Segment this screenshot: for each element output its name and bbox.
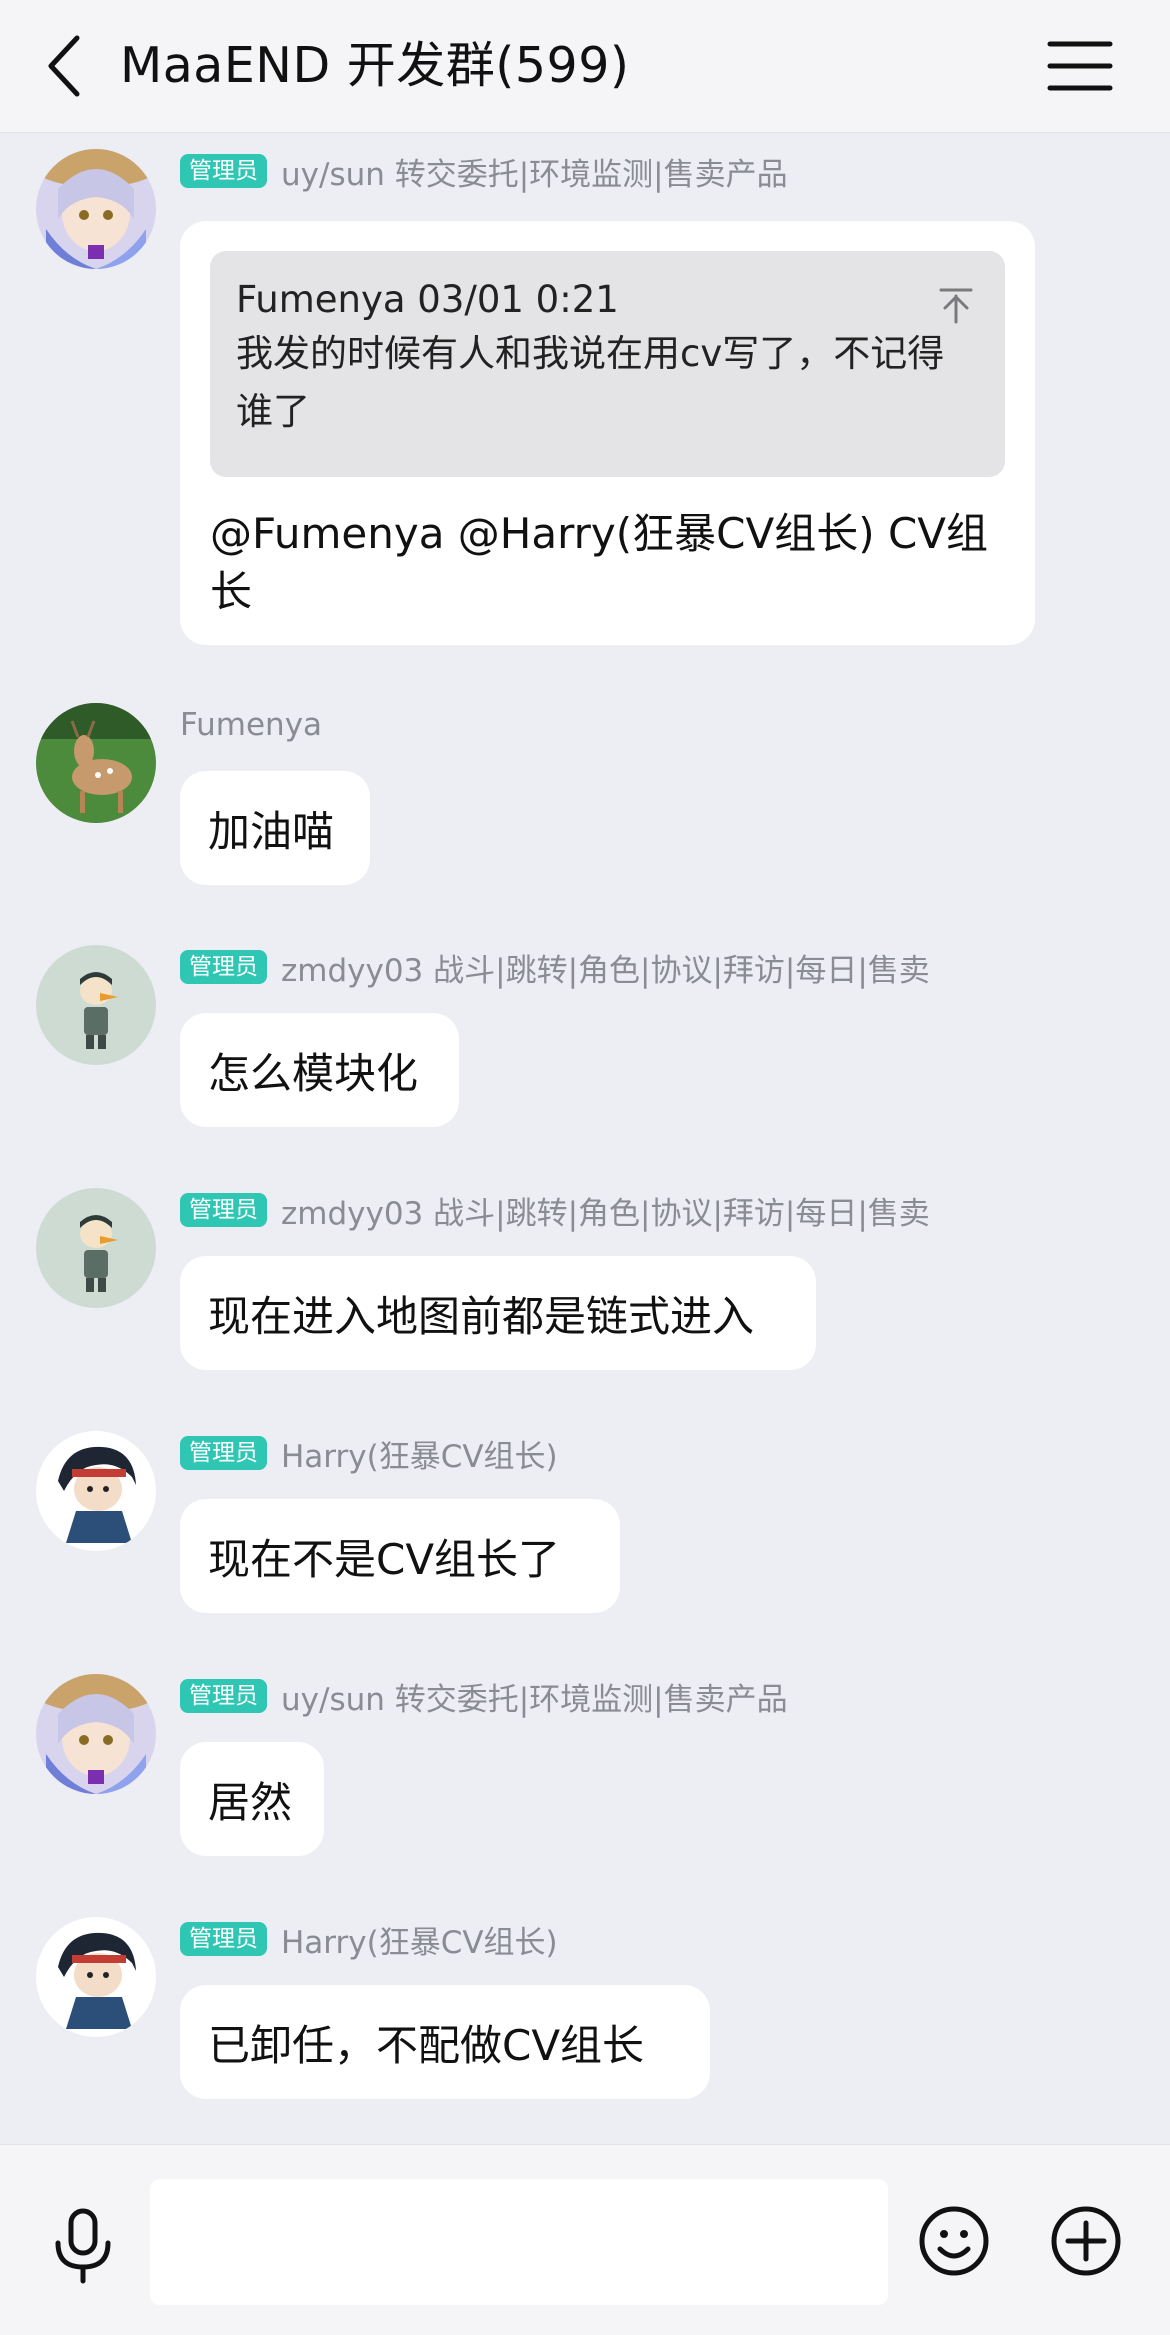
avatar[interactable] [36, 149, 156, 269]
sender-name[interactable]: uy/sun 转交委托|环境监测|售卖产品 [281, 1674, 788, 1719]
message-bubble[interactable]: 已卸任，不配做CV组长 [180, 1985, 710, 2099]
input-bar [0, 2144, 1170, 2335]
sender-name[interactable]: Harry(狂暴CV组长) [281, 1431, 558, 1476]
more-button[interactable] [1050, 2205, 1122, 2277]
message-meta: Fumenya [180, 703, 322, 747]
message-list[interactable]: 管理员 uy/sun 转交委托|环境监测|售卖产品 Fumenya 03/01 … [0, 133, 1170, 2143]
message-text: 居然 [208, 1777, 293, 1827]
message-bubble[interactable]: 加油喵 [180, 771, 370, 885]
chat-header: MaaEND 开发群(599) [0, 0, 1170, 133]
admin-badge: 管理员 [180, 1193, 267, 1227]
message-meta: 管理员 zmdyy03 战斗|跳转|角色|协议|拜访|每日|售卖 [180, 1188, 930, 1232]
back-button[interactable] [30, 30, 100, 102]
emoji-button[interactable] [918, 2205, 990, 2277]
admin-badge: 管理员 [180, 950, 267, 984]
smiley-icon [919, 2206, 989, 2276]
quote-author-time: Fumenya 03/01 0:21 [236, 278, 619, 321]
message-text: @Fumenya @Harry(狂暴CV组长) CV组长 [210, 509, 989, 616]
message-bubble[interactable]: 现在进入地图前都是链式进入 [180, 1256, 816, 1370]
message-bubble[interactable]: 居然 [180, 1742, 324, 1856]
avatar[interactable] [36, 1188, 156, 1308]
plus-circle-icon [1051, 2206, 1121, 2276]
message-text: 怎么模块化 [208, 1048, 419, 1098]
message-meta: 管理员 uy/sun 转交委托|环境监测|售卖产品 [180, 1674, 788, 1718]
menu-button[interactable] [1046, 38, 1114, 94]
page-title: MaaEND 开发群(599) [120, 37, 630, 94]
quoted-message[interactable]: Fumenya 03/01 0:21 我发的时候有人和我说在用cv写了，不记得谁… [210, 251, 1005, 477]
message-meta: 管理员 uy/sun 转交委托|环境监测|售卖产品 [180, 149, 788, 193]
sender-name[interactable]: zmdyy03 战斗|跳转|角色|协议|拜访|每日|售卖 [281, 945, 930, 990]
avatar[interactable] [36, 703, 156, 823]
avatar[interactable] [36, 1431, 156, 1551]
avatar[interactable] [36, 945, 156, 1065]
sender-name[interactable]: Harry(狂暴CV组长) [281, 1917, 558, 1962]
message-bubble[interactable]: 现在不是CV组长了 [180, 1499, 620, 1613]
admin-badge: 管理员 [180, 1679, 267, 1713]
admin-badge: 管理员 [180, 1922, 267, 1956]
microphone-icon [55, 2208, 111, 2284]
message-text: 加油喵 [208, 806, 335, 856]
admin-badge: 管理员 [180, 1436, 267, 1470]
sender-name[interactable]: uy/sun 转交委托|环境监测|售卖产品 [281, 149, 788, 194]
message-meta: 管理员 Harry(狂暴CV组长) [180, 1431, 558, 1475]
quote-text: 我发的时候有人和我说在用cv写了，不记得谁了 [236, 332, 945, 433]
avatar[interactable] [36, 1674, 156, 1794]
message-meta: 管理员 Harry(狂暴CV组长) [180, 1917, 558, 1961]
jump-to-top-icon[interactable] [937, 285, 975, 324]
message-bubble[interactable]: Fumenya 03/01 0:21 我发的时候有人和我说在用cv写了，不记得谁… [180, 221, 1035, 645]
sender-name[interactable]: zmdyy03 战斗|跳转|角色|协议|拜访|每日|售卖 [281, 1188, 930, 1233]
message-text: 现在进入地图前都是链式进入 [208, 1291, 755, 1341]
message-input[interactable] [150, 2179, 888, 2305]
chevron-left-icon [48, 35, 80, 97]
message-bubble[interactable]: 怎么模块化 [180, 1013, 459, 1127]
avatar[interactable] [36, 1917, 156, 2037]
admin-badge: 管理员 [180, 154, 267, 188]
voice-button[interactable] [50, 2207, 116, 2285]
message-text: 现在不是CV组长了 [208, 1534, 561, 1584]
message-text: 已卸任，不配做CV组长 [208, 2020, 645, 2070]
message-meta: 管理员 zmdyy03 战斗|跳转|角色|协议|拜访|每日|售卖 [180, 945, 930, 989]
hamburger-menu-icon [1047, 41, 1113, 91]
sender-name[interactable]: Fumenya [180, 707, 322, 743]
